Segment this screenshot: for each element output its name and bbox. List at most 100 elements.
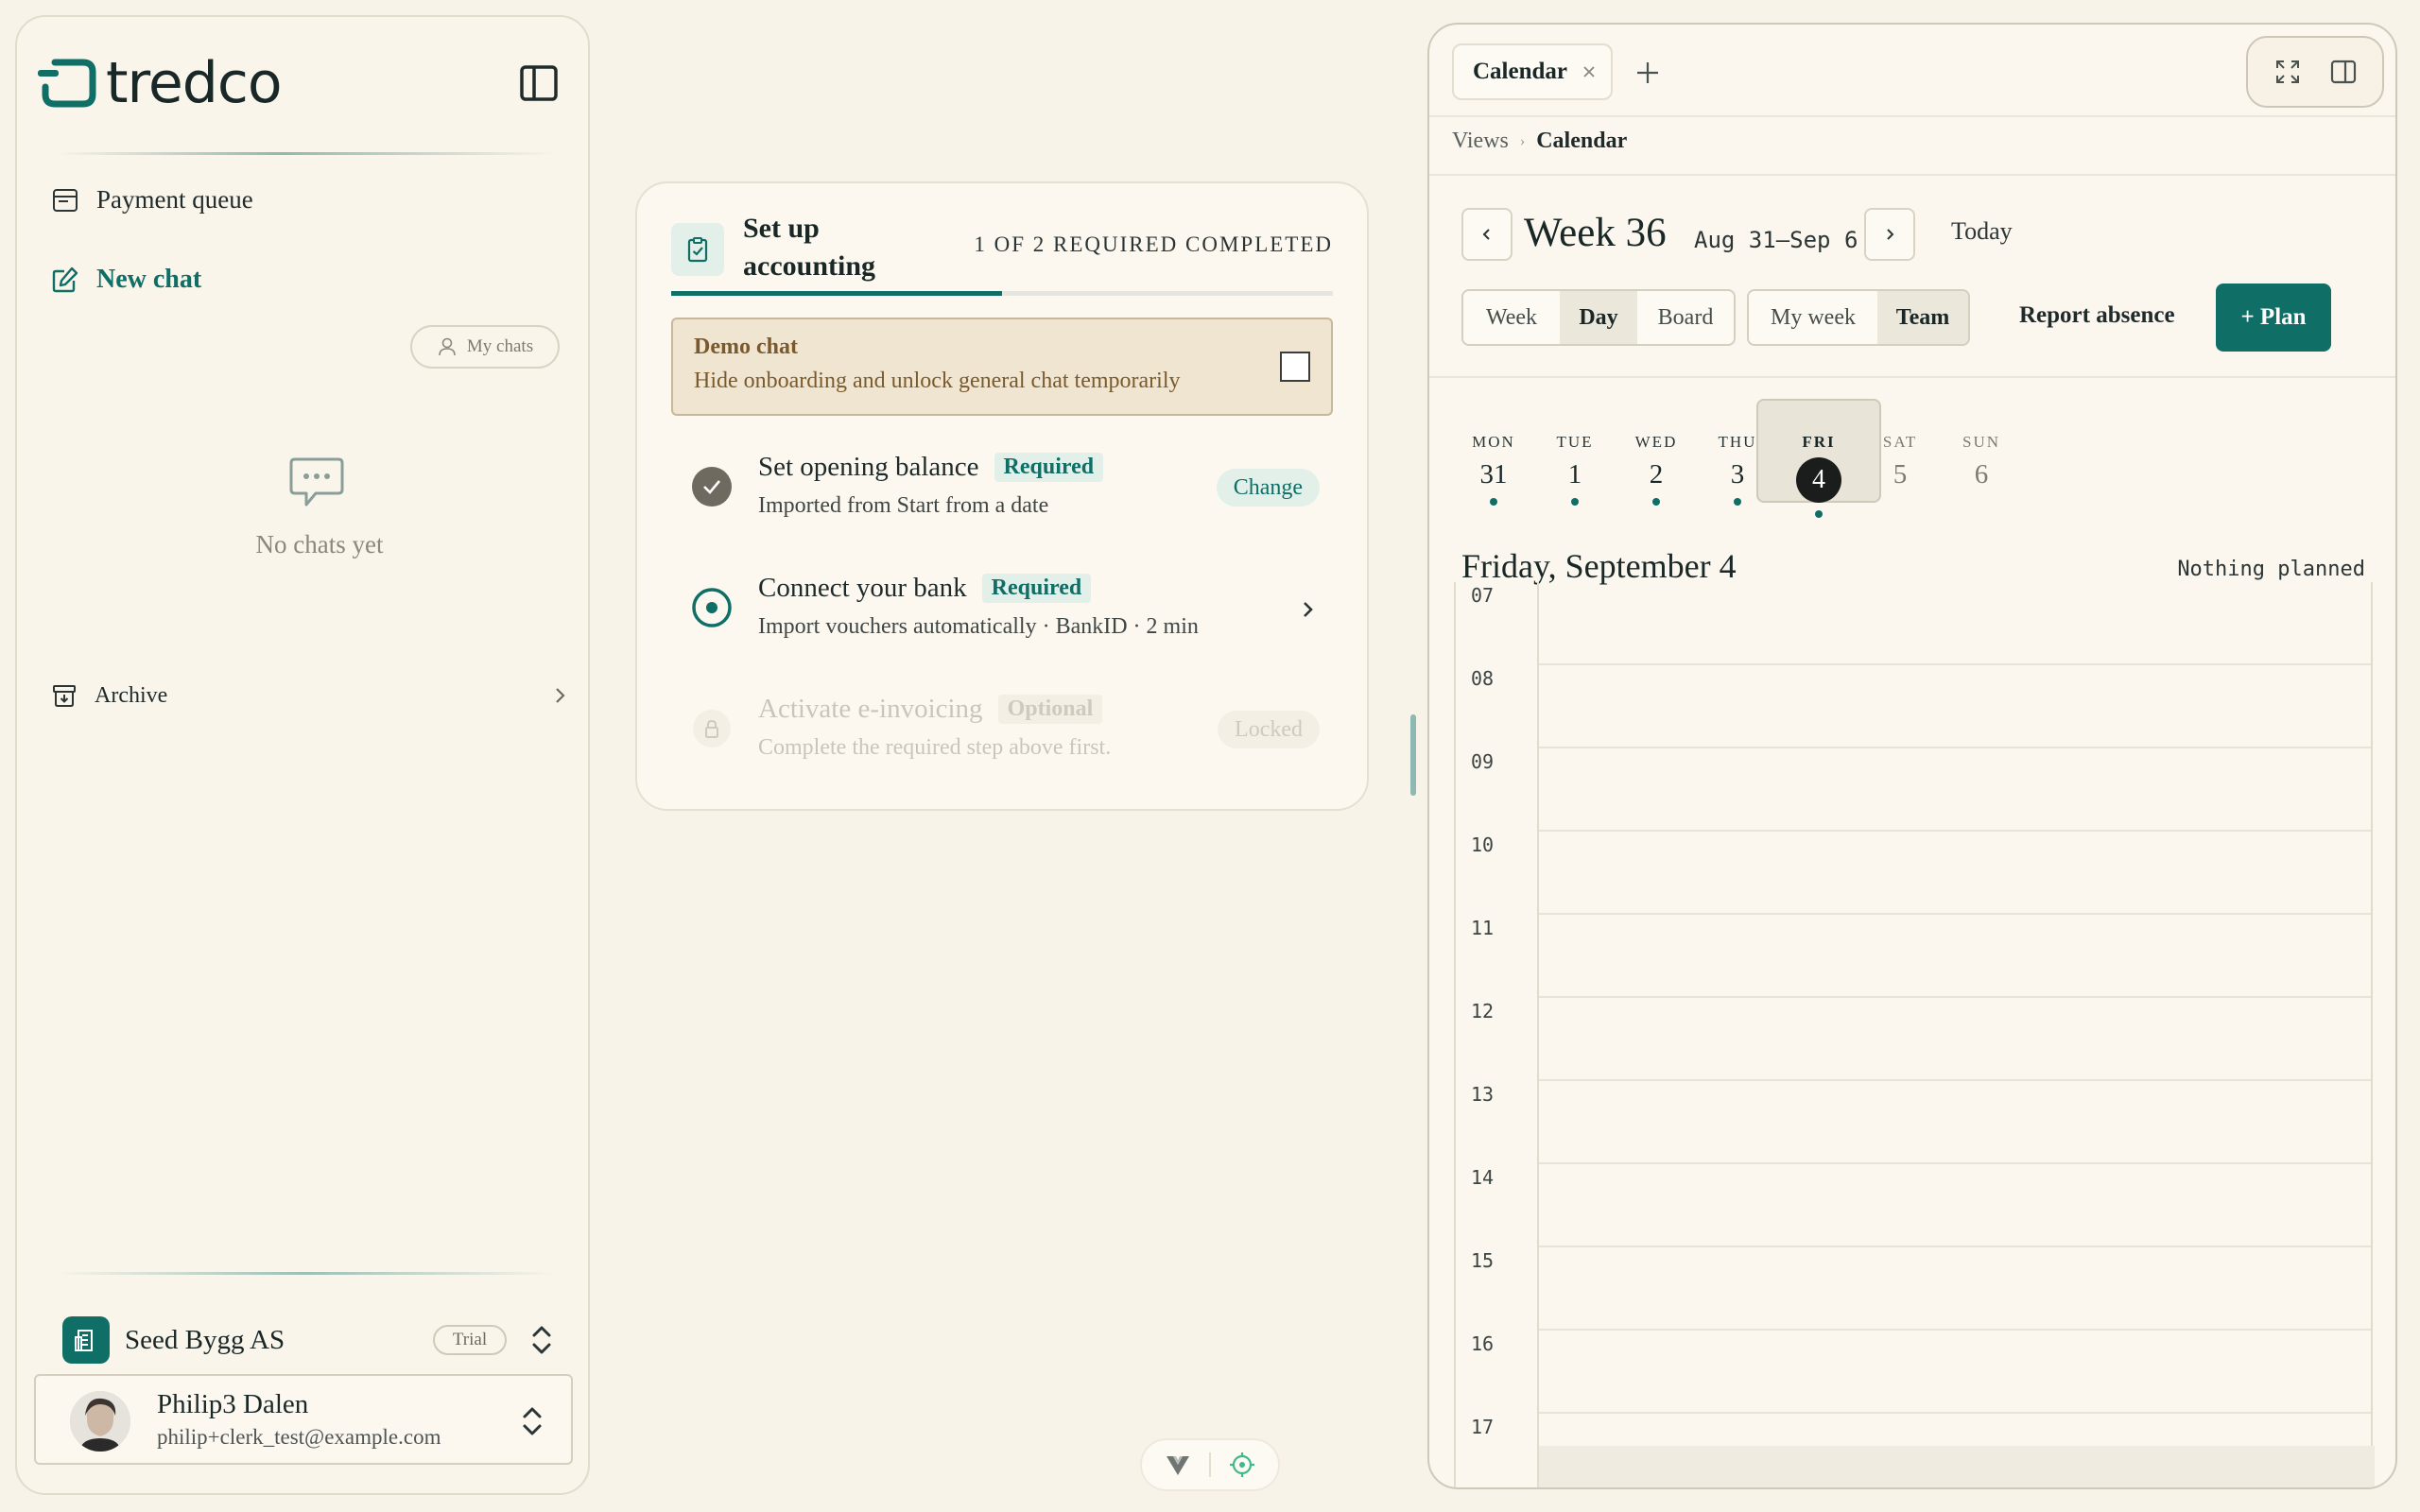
chevron-updown-icon[interactable] — [526, 1321, 558, 1359]
chat-bubble-icon — [289, 457, 344, 507]
required-badge: Required — [981, 574, 1092, 603]
next-week-button[interactable] — [1864, 208, 1915, 261]
crosshair-icon[interactable] — [1228, 1451, 1256, 1479]
change-button[interactable]: Change — [1216, 469, 1320, 507]
brand[interactable]: tredco — [34, 50, 283, 116]
day-sun[interactable]: SUN 6 — [1919, 399, 2044, 503]
user-name: Philip3 Dalen — [157, 1389, 309, 1419]
time-grid[interactable]: 07 08 09 10 11 12 13 14 15 16 17 — [1454, 582, 2375, 1487]
empty-chats-text: No chats yet — [255, 530, 384, 558]
company-switcher[interactable]: Seed Bygg AS Trial — [62, 1315, 563, 1365]
view-week[interactable]: Week — [1463, 291, 1560, 344]
user-icon — [439, 337, 456, 356]
archive-item[interactable]: Archive — [51, 682, 571, 709]
scope-my-week[interactable]: My week — [1749, 291, 1877, 344]
progress-bar — [671, 291, 1333, 296]
day-date: 4 — [1796, 457, 1841, 503]
view-board[interactable]: Board — [1637, 291, 1734, 344]
hour-line — [1539, 1246, 2371, 1247]
compose-icon — [52, 266, 78, 293]
card-title: Set up accounting — [743, 213, 876, 282]
sidebar-divider — [55, 152, 556, 155]
chevron-right-icon — [1887, 229, 1894, 240]
step-title: Connect your bank Required — [758, 573, 1092, 604]
today-button[interactable]: Today — [1951, 217, 2013, 246]
chevron-updown-icon — [523, 1407, 542, 1435]
prev-week-button[interactable] — [1461, 208, 1512, 261]
close-icon[interactable] — [1581, 63, 1598, 80]
step-opening-balance[interactable]: Set opening balance Required Imported fr… — [690, 452, 1333, 527]
hour-label: 12 — [1471, 1000, 1495, 1022]
demo-chat-description: Hide onboarding and unlock general chat … — [694, 369, 1181, 393]
chevron-left-icon — [1482, 229, 1490, 240]
hour-line — [1539, 663, 2371, 665]
step-title-text: Set opening balance — [758, 452, 979, 482]
new-chat-label: New chat — [96, 265, 202, 294]
hour-line — [1539, 996, 2371, 998]
step-e-invoicing: Activate e-invoicing Optional Complete t… — [690, 694, 1333, 769]
day-name: SUN — [1962, 433, 2000, 451]
breadcrumb-views[interactable]: Views — [1452, 129, 1509, 154]
payment-queue-item[interactable]: Payment queue — [51, 185, 253, 215]
hour-label: 10 — [1471, 833, 1495, 856]
selected-day-title: Friday, September 4 — [1461, 547, 1737, 585]
plan-button[interactable]: + Plan — [2216, 284, 2331, 352]
user-menu[interactable]: Philip3 Dalen philip+clerk_test@example.… — [34, 1374, 573, 1465]
hour-label: 15 — [1471, 1249, 1495, 1272]
vue-logo-icon[interactable] — [1164, 1451, 1192, 1479]
scope-switch: My week Team — [1747, 289, 1970, 346]
hour-label: 17 — [1471, 1416, 1495, 1438]
grid-shaded-area — [1539, 1446, 2375, 1487]
chevron-right-icon — [1304, 602, 1313, 617]
brand-name: tredco — [106, 50, 283, 116]
day-date: 6 — [1974, 459, 1989, 490]
report-absence-button[interactable]: Report absence — [2019, 302, 2175, 329]
check-circle-icon — [692, 467, 732, 507]
sidebar-bottom-divider — [55, 1272, 556, 1275]
panel-resize-handle[interactable] — [1410, 714, 1416, 796]
demo-chat-checkbox[interactable] — [1280, 352, 1310, 382]
lock-icon — [693, 710, 731, 747]
company-name: Seed Bygg AS — [125, 1324, 285, 1355]
step-subtitle: Import vouchers automatically · BankID ·… — [758, 614, 1199, 639]
new-chat-button[interactable]: New chat — [51, 265, 201, 295]
hour-line — [1539, 1162, 2371, 1164]
dev-toolbar — [1140, 1438, 1280, 1491]
payment-queue-label: Payment queue — [96, 185, 253, 214]
scope-team[interactable]: Team — [1877, 291, 1968, 344]
panel-toggle-icon[interactable] — [2329, 58, 2358, 86]
add-tab-icon[interactable] — [1634, 59, 1662, 87]
avatar — [70, 1391, 130, 1452]
breadcrumb-separator: › — [1519, 132, 1526, 149]
event-indicator — [1815, 510, 1823, 518]
expand-icon[interactable] — [2273, 58, 2302, 86]
step-subtitle: Complete the required step above first. — [758, 735, 1112, 760]
step-subtitle: Imported from Start from a date — [758, 493, 1049, 518]
hour-line — [1539, 913, 2371, 915]
archive-label: Archive — [95, 682, 168, 708]
event-indicator — [1571, 498, 1579, 506]
hour-label: 07 — [1471, 584, 1495, 607]
company-logo — [62, 1316, 110, 1364]
event-indicator — [1490, 498, 1497, 506]
view-day[interactable]: Day — [1560, 291, 1637, 344]
chevron-right-icon — [556, 688, 565, 703]
event-indicator — [1734, 498, 1741, 506]
hour-line — [1539, 747, 2371, 748]
breadcrumb-current: Calendar — [1536, 129, 1628, 153]
hour-label: 11 — [1471, 917, 1495, 939]
user-email: philip+clerk_test@example.com — [157, 1425, 441, 1449]
sidebar-toggle-icon[interactable] — [518, 62, 560, 104]
tab-label: Calendar — [1473, 59, 1567, 84]
building-icon — [75, 1330, 93, 1351]
my-chats-filter[interactable]: My chats — [410, 325, 560, 369]
demo-chat-banner[interactable]: Demo chat Hide onboarding and unlock gen… — [671, 318, 1333, 416]
dock-separator — [1209, 1452, 1211, 1477]
tab-calendar[interactable]: Calendar — [1452, 43, 1613, 100]
hour-line — [1539, 1412, 2371, 1414]
hour-label: 08 — [1471, 667, 1495, 690]
step-title-text: Activate e-invoicing — [758, 694, 983, 724]
step-title: Activate e-invoicing Optional — [758, 694, 1103, 725]
clipboard-check-icon — [687, 237, 708, 263]
step-connect-bank[interactable]: Connect your bank Required Import vouche… — [690, 573, 1333, 648]
